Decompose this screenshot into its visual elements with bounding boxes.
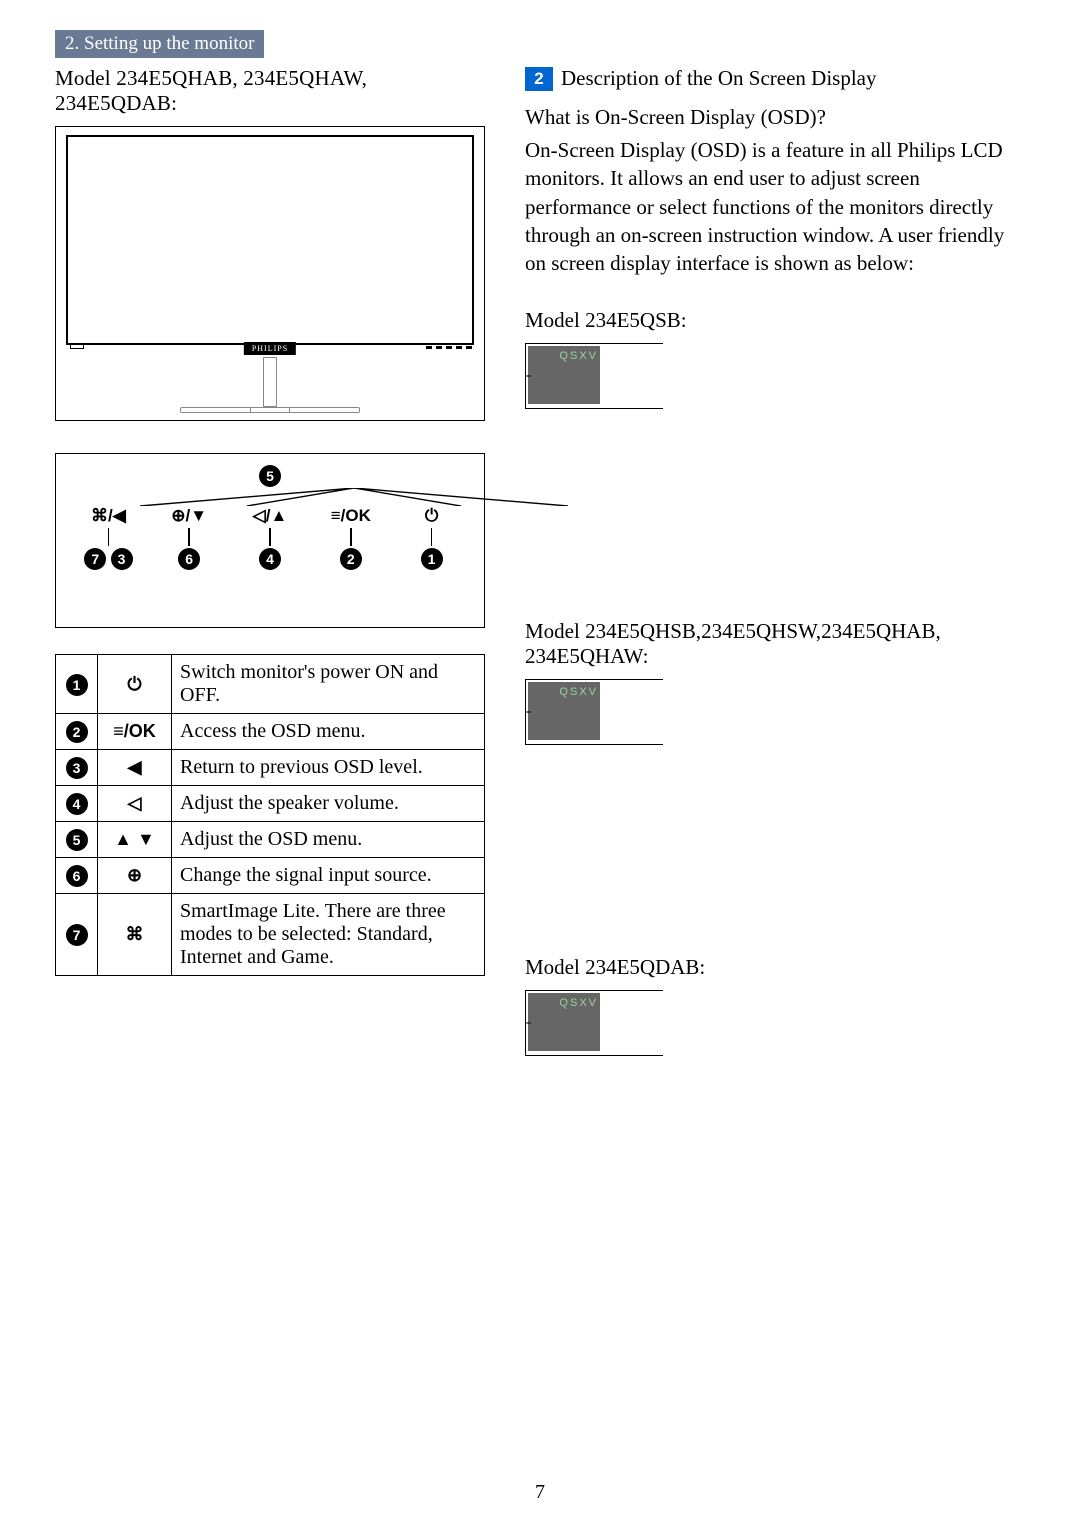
osd-thumb-text: QSXV: [559, 686, 598, 698]
stand-neck-icon: [263, 357, 277, 407]
map-label-2: ⊕/▼: [171, 506, 207, 525]
bezel-buttons-icon: [426, 346, 472, 349]
button-map-diagram: 5 ⌘/◀ 7 3 ⊕/▼ 6 ◁/▲ 4 ≡/OK 2 ⏻ 1: [55, 453, 485, 628]
row-icon-cell: ⏻: [98, 655, 172, 714]
map-label-4: ≡/OK: [331, 506, 371, 525]
osd-body-text: On-Screen Display (OSD) is a feature in …: [525, 136, 1025, 278]
row-icon-cell: ▲ ▼: [98, 822, 172, 858]
osd-question-heading: What is On-Screen Display (OSD)?: [525, 105, 1025, 130]
row-number-cell: 5: [56, 822, 98, 858]
row-desc-cell: Adjust the OSD menu.: [172, 822, 485, 858]
osd-thumbnail: QSXV: [528, 346, 600, 404]
table-row: 1 ⏻Switch monitor's power ON and OFF.: [56, 655, 485, 714]
row-desc-cell: Change the signal input source.: [172, 858, 485, 894]
row-desc-cell: SmartImage Lite. There are three modes t…: [172, 894, 485, 976]
osd-thumbnail: QSXV: [528, 993, 600, 1051]
osd-model-block: Model 234E5QDAB: QSXV: [525, 955, 1025, 1056]
osd-model-title: Model 234E5QDAB:: [525, 955, 1025, 980]
table-row: 7 ⌘SmartImage Lite. There are three modes…: [56, 894, 485, 976]
row-num-badge: 1: [66, 674, 88, 696]
table-row: 2 ≡/OKAccess the OSD menu.: [56, 714, 485, 750]
row-num-badge: 4: [66, 793, 88, 815]
row-icon-cell: ◀: [98, 750, 172, 786]
osd-thumbnail-frame: QSXV: [525, 990, 663, 1056]
map-num-7: 7: [84, 548, 106, 570]
osd-model-block: Model 234E5QSB: QSXV: [525, 308, 1025, 409]
map-num-2: 2: [340, 548, 362, 570]
model-title-left: Model 234E5QHAB, 234E5QHAW, 234E5QDAB:: [55, 66, 485, 116]
monitor-brand-label: PHILIPS: [244, 342, 296, 355]
osd-model-title: Model 234E5QHSB,234E5QHSW,234E5QHAB, 234…: [525, 619, 1025, 669]
right-column: 2 Description of the On Screen Display W…: [525, 66, 1025, 1056]
section-header: 2. Setting up the monitor: [55, 30, 264, 58]
map-label-3: ◁/▲: [253, 506, 288, 525]
map-connector-lines-icon: [140, 488, 568, 506]
monitor-screen-frame: PHILIPS: [66, 135, 474, 345]
map-num-3: 3: [111, 548, 133, 570]
row-number-cell: 2: [56, 714, 98, 750]
row-icon-cell: ⌘: [98, 894, 172, 976]
button-function-table: 1 ⏻Switch monitor's power ON and OFF. 2 ≡/O…: [55, 654, 485, 976]
map-num-6: 6: [178, 548, 200, 570]
monitor-illustration: PHILIPS: [55, 126, 485, 421]
osd-model-block: Model 234E5QHSB,234E5QHSW,234E5QHAB, 234…: [525, 619, 1025, 745]
usb-port-icon: [70, 343, 84, 349]
row-number-cell: 3: [56, 750, 98, 786]
table-row: 6 ⊕Change the signal input source.: [56, 858, 485, 894]
row-desc-cell: Return to previous OSD level.: [172, 750, 485, 786]
osd-thumb-text: QSXV: [559, 997, 598, 1009]
row-desc-cell: Access the OSD menu.: [172, 714, 485, 750]
row-icon-cell: ◁: [98, 786, 172, 822]
map-num-5: 5: [259, 465, 281, 487]
map-num-1: 1: [421, 548, 443, 570]
row-number-cell: 4: [56, 786, 98, 822]
page-number: 7: [535, 1481, 545, 1504]
row-desc-cell: Adjust the speaker volume.: [172, 786, 485, 822]
map-num-4: 4: [259, 548, 281, 570]
row-num-badge: 5: [66, 829, 88, 851]
osd-thumbnail-frame: QSXV: [525, 679, 663, 745]
row-desc-cell: Switch monitor's power ON and OFF.: [172, 655, 485, 714]
row-num-badge: 6: [66, 865, 88, 887]
osd-model-title: Model 234E5QSB:: [525, 308, 1025, 333]
row-icon-cell: ⊕: [98, 858, 172, 894]
row-num-badge: 2: [66, 721, 88, 743]
osd-thumbnail: QSXV: [528, 682, 600, 740]
row-num-badge: 3: [66, 757, 88, 779]
table-row: 4 ◁Adjust the speaker volume.: [56, 786, 485, 822]
osd-thumb-text: QSXV: [559, 350, 598, 362]
table-row: 3 ◀Return to previous OSD level.: [56, 750, 485, 786]
map-label-1: ⌘/◀: [91, 506, 126, 525]
row-number-cell: 6: [56, 858, 98, 894]
row-icon-cell: ≡/OK: [98, 714, 172, 750]
table-row: 5 ▲ ▼Adjust the OSD menu.: [56, 822, 485, 858]
osd-thumbnail-frame: QSXV: [525, 343, 663, 409]
row-number-cell: 1: [56, 655, 98, 714]
left-column: Model 234E5QHAB, 234E5QHAW, 234E5QDAB: P…: [55, 66, 485, 1056]
row-num-badge: 7: [66, 924, 88, 946]
step-number-badge: 2: [525, 67, 553, 91]
step-title: Description of the On Screen Display: [561, 66, 877, 91]
map-label-5: ⏻: [425, 506, 438, 525]
row-number-cell: 7: [56, 894, 98, 976]
